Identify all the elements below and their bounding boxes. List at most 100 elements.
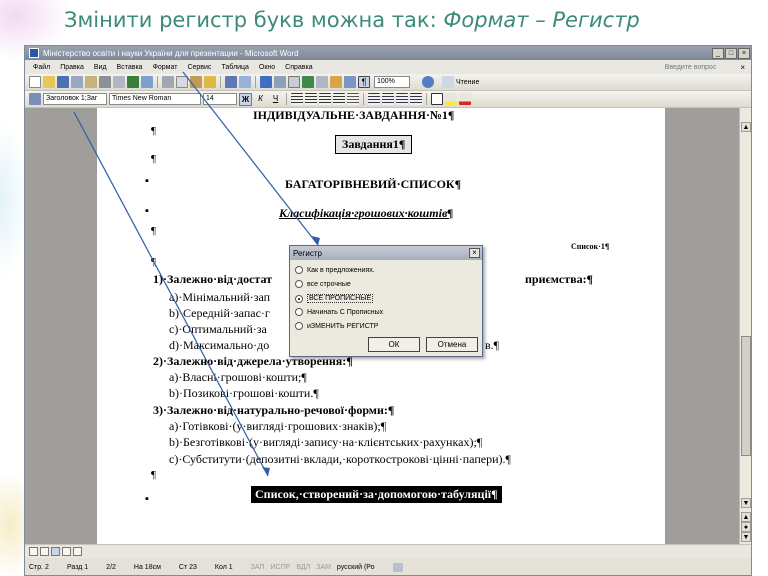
toolbar-separator	[220, 76, 221, 88]
menu-window[interactable]: Окно	[259, 64, 275, 71]
copy-icon[interactable]	[176, 76, 188, 88]
redo-icon[interactable]	[239, 76, 251, 88]
minimize-button[interactable]: _	[712, 47, 724, 59]
close-button[interactable]: ×	[738, 47, 750, 59]
menu-tools[interactable]: Сервис	[187, 64, 211, 71]
menu-help[interactable]: Справка	[285, 64, 312, 71]
menu-format[interactable]: Формат	[153, 64, 178, 71]
document-map-icon[interactable]	[344, 76, 356, 88]
help-icon[interactable]	[422, 76, 434, 88]
align-center-icon[interactable]	[305, 93, 317, 105]
tables-borders-icon[interactable]	[274, 76, 286, 88]
font-color-icon[interactable]	[459, 93, 471, 105]
permission-icon[interactable]	[71, 76, 83, 88]
hyperlink-icon[interactable]	[260, 76, 272, 88]
document-close-button[interactable]: ×	[740, 63, 745, 72]
spelling-icon[interactable]	[127, 76, 139, 88]
radio-button-icon[interactable]	[295, 266, 303, 274]
justify-icon[interactable]	[333, 93, 345, 105]
bold-button[interactable]: Ж	[239, 92, 252, 106]
scroll-up-arrow-icon[interactable]: ▲	[741, 122, 751, 132]
menu-edit[interactable]: Правка	[60, 64, 84, 71]
radio-uppercase[interactable]: ВСЕ ПРОПИСНЫЕ	[295, 294, 374, 303]
radio-lowercase[interactable]: все строчные	[295, 280, 351, 288]
style-select[interactable]: Заголовок 1;Заг	[43, 93, 107, 105]
ask-question-input[interactable]: Введите вопрос	[665, 64, 717, 71]
save-icon[interactable]	[57, 76, 69, 88]
cancel-button[interactable]: Отмена	[426, 337, 478, 352]
vertical-scrollbar[interactable]: ▲ ▼ ▲ ● ▼	[739, 108, 751, 544]
print-preview-icon[interactable]	[113, 76, 125, 88]
dialog-titlebar[interactable]: Регистр ×	[290, 246, 482, 260]
increase-indent-icon[interactable]	[410, 93, 422, 105]
underline-button[interactable]: Ч	[269, 93, 282, 106]
line-spacing-icon[interactable]	[347, 93, 359, 105]
zoom-select[interactable]: 100%	[374, 76, 410, 88]
align-right-icon[interactable]	[319, 93, 331, 105]
browse-object-icon[interactable]: ●	[741, 522, 751, 532]
ok-button[interactable]: ОК	[368, 337, 420, 352]
multilevel-list-title: БАГАТОРІВНЕВИЙ·СПИСОК¶	[285, 177, 462, 191]
toolbar-separator	[363, 93, 364, 105]
insert-excel-icon[interactable]	[302, 76, 314, 88]
reading-view-icon[interactable]	[73, 547, 82, 556]
menu-insert[interactable]: Вставка	[117, 64, 143, 71]
previous-page-icon[interactable]: ▲	[741, 512, 751, 522]
borders-icon[interactable]	[431, 93, 443, 105]
show-hide-icon[interactable]: ¶	[358, 76, 370, 88]
radio-sentence-case[interactable]: Как в предложениях.	[295, 266, 375, 274]
print-icon[interactable]	[99, 76, 111, 88]
undo-icon[interactable]	[225, 76, 237, 88]
list-item-3b: b)·Безготівкові·(у·вигляді·запису·на·клі…	[169, 435, 483, 449]
font-size-select[interactable]: 14	[203, 93, 237, 105]
list-reference: Список·1¶	[571, 242, 610, 251]
spelling-status-icon[interactable]	[392, 562, 403, 572]
status-record[interactable]: ЗАП	[251, 564, 265, 571]
research-icon[interactable]	[141, 76, 153, 88]
align-left-icon[interactable]	[291, 93, 303, 105]
status-track[interactable]: ИСПР	[271, 564, 291, 571]
web-view-icon[interactable]	[40, 547, 49, 556]
numbering-icon[interactable]	[368, 93, 380, 105]
status-extend[interactable]: ВДЛ	[296, 564, 310, 571]
dialog-close-button[interactable]: ×	[469, 248, 480, 258]
open-folder-icon[interactable]	[43, 76, 55, 88]
bullets-icon[interactable]	[382, 93, 394, 105]
paste-icon[interactable]	[190, 76, 202, 88]
radio-title-case[interactable]: Начинать С Прописных	[295, 308, 383, 316]
scroll-thumb[interactable]	[741, 336, 751, 456]
print-layout-icon[interactable]	[51, 547, 60, 556]
format-painter-icon[interactable]	[204, 76, 216, 88]
highlight-icon[interactable]	[445, 93, 457, 105]
radio-button-icon[interactable]	[295, 280, 303, 288]
reading-label[interactable]: Чтение	[456, 79, 479, 86]
status-overtype[interactable]: ЗАМ	[316, 564, 331, 571]
doc-heading: ІНДИВІДУАЛЬНЕ·ЗАВДАННЯ·№1¶	[253, 108, 455, 122]
menu-table[interactable]: Таблица	[221, 64, 248, 71]
insert-table-icon[interactable]	[288, 76, 300, 88]
new-document-icon[interactable]	[29, 76, 41, 88]
restore-button[interactable]: □	[725, 47, 737, 59]
scroll-down-arrow-icon[interactable]: ▼	[741, 498, 751, 508]
email-icon[interactable]	[85, 76, 97, 88]
pilcrow-mark: ¶	[151, 256, 156, 268]
drawing-icon[interactable]	[330, 76, 342, 88]
reading-layout-icon[interactable]	[442, 76, 454, 88]
normal-view-icon[interactable]	[29, 547, 38, 556]
radio-button-icon[interactable]	[295, 294, 303, 303]
radio-toggle-case[interactable]: иЗМЕНИТЬ РЕГИСТР	[295, 322, 378, 330]
next-page-icon[interactable]: ▼	[741, 532, 751, 542]
columns-icon[interactable]	[316, 76, 328, 88]
menu-view[interactable]: Вид	[94, 64, 107, 71]
radio-button-icon[interactable]	[295, 308, 303, 316]
styles-pane-icon[interactable]	[29, 93, 41, 105]
menu-file[interactable]: Файл	[33, 64, 50, 71]
outline-view-icon[interactable]	[62, 547, 71, 556]
pilcrow-mark: ¶	[151, 153, 156, 165]
radio-button-icon[interactable]	[295, 322, 303, 330]
font-select[interactable]: Times New Roman	[109, 93, 201, 105]
italic-button[interactable]: К	[254, 93, 267, 106]
cut-icon[interactable]	[162, 76, 174, 88]
window-titlebar[interactable]: Міністерство освіти і науки України для …	[25, 46, 751, 60]
decrease-indent-icon[interactable]	[396, 93, 408, 105]
